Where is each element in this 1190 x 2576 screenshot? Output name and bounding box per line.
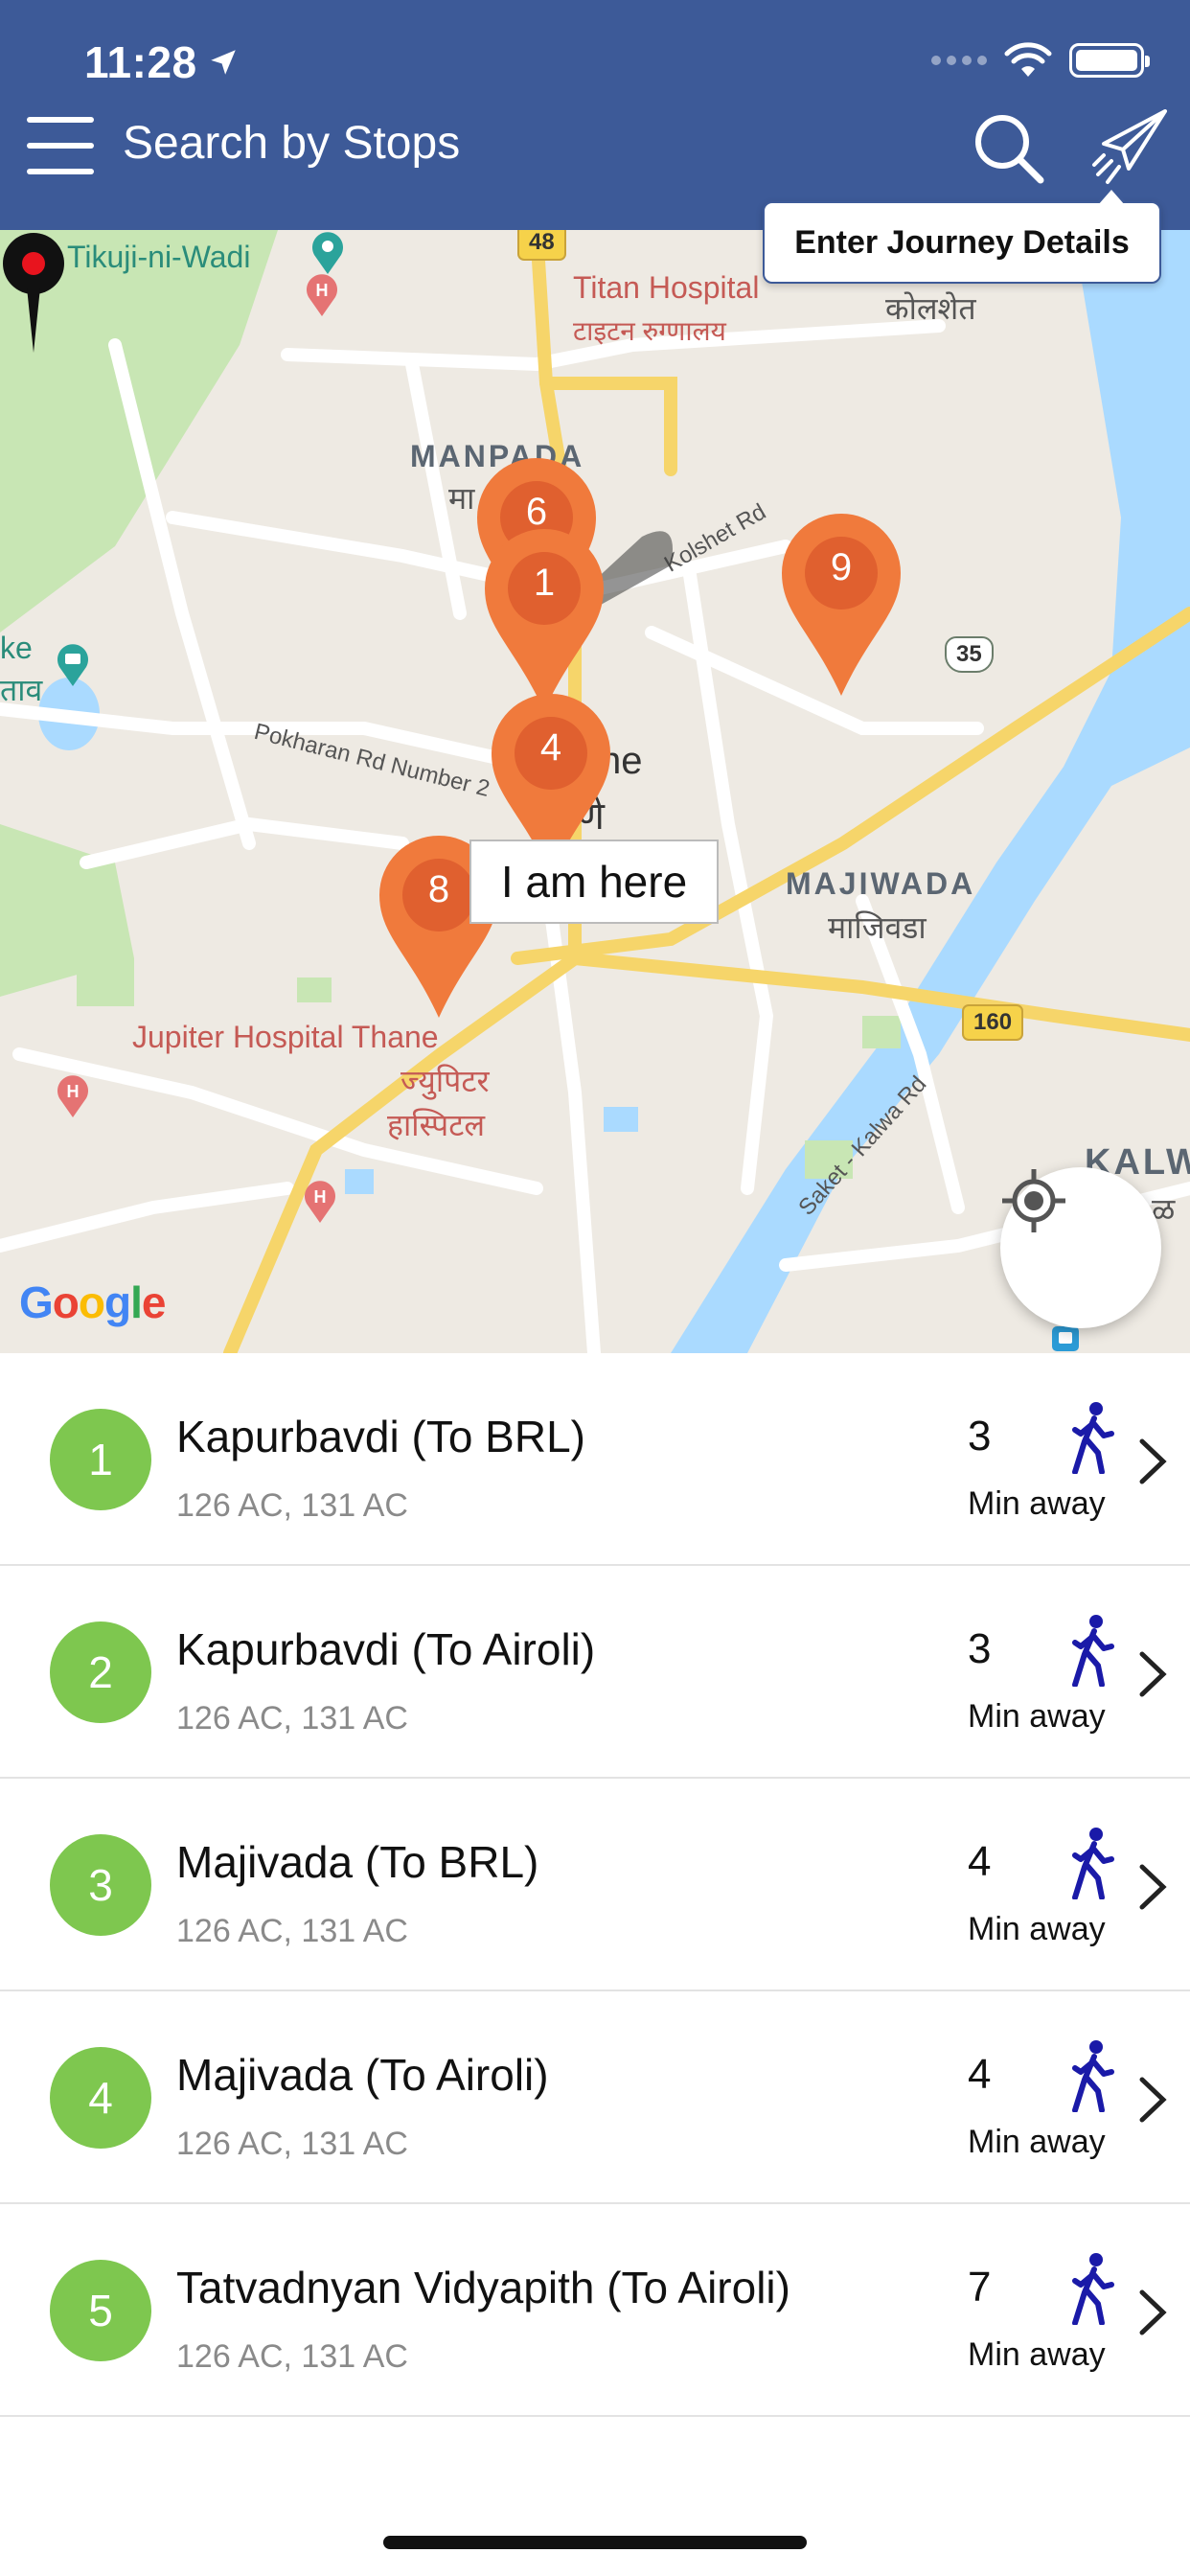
map-view[interactable]: Tikuji-ni-Wadi Titan Hospital टाइटन रुग्… bbox=[0, 230, 1190, 1353]
map-label-tikuji: Tikuji-ni-Wadi bbox=[67, 240, 251, 274]
stop-routes: 126 AC, 131 AC bbox=[176, 2126, 408, 2162]
google-logo: Google bbox=[19, 1277, 166, 1327]
map-label-jupiter-mr1: ज्युपिटर bbox=[400, 1064, 490, 1098]
walking-person-icon bbox=[1072, 2040, 1114, 2112]
stop-row[interactable]: 4 Majivada (To Airoli) 126 AC, 131 AC 4 … bbox=[0, 1991, 1190, 2204]
chevron-right-icon bbox=[1139, 2289, 1167, 2335]
stop-index-badge: 3 bbox=[50, 1834, 151, 1936]
walk-minutes-unit: Min away bbox=[968, 1485, 1106, 1522]
menu-button[interactable] bbox=[27, 117, 94, 174]
page-title: Search by Stops bbox=[123, 118, 461, 169]
svg-text:H: H bbox=[314, 1187, 327, 1207]
walking-person-icon bbox=[1072, 2253, 1114, 2325]
stop-row[interactable]: 3 Majivada (To BRL) 126 AC, 131 AC 4 Min… bbox=[0, 1779, 1190, 1991]
crosshair-icon bbox=[1002, 1169, 1065, 1232]
search-icon[interactable] bbox=[968, 107, 1048, 188]
train-station-icon[interactable] bbox=[1050, 1324, 1081, 1353]
location-arrow-icon bbox=[210, 50, 236, 75]
hospital-icon[interactable]: H bbox=[305, 272, 339, 316]
chevron-right-icon bbox=[1139, 2077, 1167, 2123]
marker-icon bbox=[485, 528, 604, 711]
stop-row[interactable]: 2 Kapurbavdi (To Airoli) 126 AC, 131 AC … bbox=[0, 1566, 1190, 1779]
stops-list: 1 Kapurbavdi (To BRL) 126 AC, 131 AC 3 M… bbox=[0, 1353, 1190, 2417]
hospital-icon[interactable]: H bbox=[56, 1073, 90, 1117]
stop-index-badge: 4 bbox=[50, 2047, 151, 2149]
wifi-icon bbox=[1004, 42, 1052, 77]
stop-name: Majivada (To Airoli) bbox=[176, 2050, 549, 2100]
marker-number: 9 bbox=[830, 546, 853, 588]
stop-routes: 126 AC, 131 AC bbox=[176, 1487, 408, 1524]
map-label-majiwada-mr: माजिवडा bbox=[828, 910, 927, 945]
park-icon[interactable] bbox=[310, 230, 345, 274]
walk-minutes: 7 bbox=[968, 2264, 992, 2311]
walk-minutes-unit: Min away bbox=[968, 2336, 1106, 2373]
map-label-lake: ke bbox=[0, 631, 33, 665]
map-label-lake-mr: ताव bbox=[0, 673, 43, 707]
app-header: 11:28 Search by Stops bbox=[0, 0, 1190, 230]
status-time: 11:28 bbox=[84, 36, 240, 88]
stop-name: Kapurbavdi (To Airoli) bbox=[176, 1624, 596, 1674]
chevron-right-icon bbox=[1139, 1651, 1167, 1697]
walk-minutes: 4 bbox=[968, 2051, 992, 2098]
journey-tooltip[interactable]: Enter Journey Details bbox=[763, 186, 1161, 284]
chevron-right-icon bbox=[1139, 1864, 1167, 1910]
paper-plane-icon[interactable] bbox=[1090, 105, 1171, 186]
stop-name: Tatvadnyan Vidyapith (To Airoli) bbox=[176, 2263, 790, 2312]
map-label-titan-hospital-mr: टाइटन रुग्णालय bbox=[573, 316, 726, 346]
walk-minutes-unit: Min away bbox=[968, 1698, 1106, 1735]
walking-person-icon bbox=[1072, 1828, 1114, 1899]
my-location-button[interactable] bbox=[1000, 1167, 1161, 1328]
chevron-right-icon bbox=[1139, 1438, 1167, 1484]
signal-icon bbox=[931, 56, 987, 65]
home-indicator[interactable] bbox=[383, 2536, 807, 2549]
highway-shield-48: 48 bbox=[517, 230, 566, 261]
walk-minutes: 3 bbox=[968, 1625, 992, 1672]
battery-icon bbox=[1069, 43, 1150, 78]
marker-icon bbox=[782, 513, 901, 696]
stop-row[interactable]: 5 Tatvadnyan Vidyapith (To Airoli) 126 A… bbox=[0, 2204, 1190, 2417]
hospital-icon[interactable]: H bbox=[303, 1179, 337, 1223]
walking-person-icon bbox=[1072, 1402, 1114, 1474]
stop-index-badge: 2 bbox=[50, 1622, 151, 1723]
marker-number: 1 bbox=[533, 562, 556, 604]
clock: 11:28 bbox=[84, 37, 197, 87]
map-label-jupiter-hospital: Jupiter Hospital Thane bbox=[132, 1020, 439, 1054]
current-location-callout: I am here bbox=[469, 840, 719, 924]
svg-text:H: H bbox=[67, 1082, 80, 1101]
status-indicators bbox=[931, 42, 1150, 79]
stop-marker[interactable]: 1 bbox=[477, 523, 611, 715]
walk-minutes-unit: Min away bbox=[968, 2124, 1106, 2160]
stop-index-badge: 5 bbox=[50, 2260, 151, 2361]
highway-shield-35: 35 bbox=[945, 636, 994, 673]
stop-index-badge: 1 bbox=[50, 1409, 151, 1510]
stop-routes: 126 AC, 131 AC bbox=[176, 1913, 408, 1949]
map-label-kolshet-mr: कोलशेत bbox=[885, 291, 976, 326]
walking-person-icon bbox=[1072, 1615, 1114, 1687]
stop-routes: 126 AC, 131 AC bbox=[176, 1700, 408, 1736]
walk-minutes: 3 bbox=[968, 1413, 992, 1460]
camera-icon[interactable] bbox=[56, 642, 90, 686]
marker-number: 4 bbox=[539, 726, 562, 769]
map-label-titan-hospital: Titan Hospital bbox=[573, 270, 760, 305]
stop-marker[interactable]: 9 bbox=[774, 508, 908, 700]
map-label-jupiter-mr2: हास्पिटल bbox=[387, 1108, 486, 1142]
stop-row[interactable]: 1 Kapurbavdi (To BRL) 126 AC, 131 AC 3 M… bbox=[0, 1353, 1190, 1566]
current-location-pin-icon bbox=[3, 233, 64, 353]
map-label-majiwada: MAJIWADA bbox=[786, 866, 976, 901]
stop-routes: 126 AC, 131 AC bbox=[176, 2338, 408, 2375]
stop-name: Kapurbavdi (To BRL) bbox=[176, 1412, 585, 1461]
walk-minutes: 4 bbox=[968, 1838, 992, 1885]
highway-shield-160: 160 bbox=[962, 1004, 1024, 1041]
svg-text:H: H bbox=[316, 281, 329, 300]
walk-minutes-unit: Min away bbox=[968, 1911, 1106, 1947]
stop-name: Majivada (To BRL) bbox=[176, 1837, 539, 1887]
